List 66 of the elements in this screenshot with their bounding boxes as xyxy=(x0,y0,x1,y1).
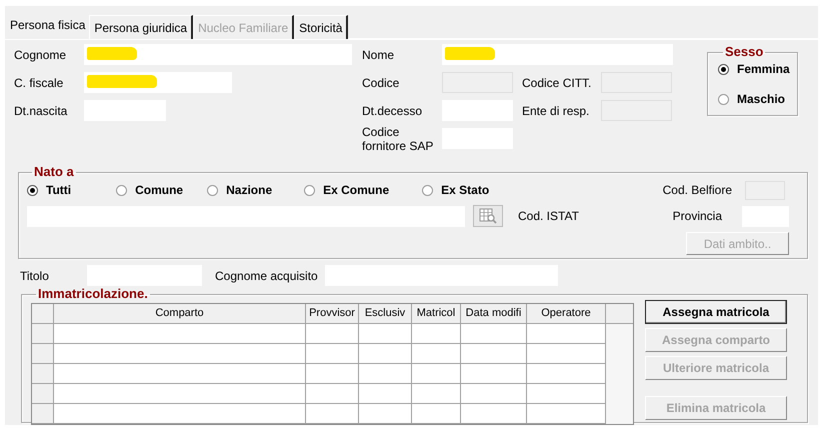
group-title: Nato a xyxy=(33,166,75,178)
table-cell xyxy=(412,324,461,344)
field-label: Dt.nascita xyxy=(14,104,68,118)
table-cell xyxy=(461,364,527,384)
table-cell xyxy=(412,364,461,384)
table-cell xyxy=(412,344,461,364)
field-label: Codice CITT. xyxy=(522,76,592,90)
highlight-mark xyxy=(87,75,157,88)
tab[interactable]: Storicità xyxy=(294,15,348,39)
field-label: Provincia xyxy=(672,209,722,223)
field-label: Titolo xyxy=(20,268,50,282)
field-label: Cod. Belfiore xyxy=(662,183,732,197)
table-cell xyxy=(461,344,527,364)
table-cell xyxy=(461,324,527,344)
column-header xyxy=(606,304,633,324)
row-header[interactable] xyxy=(32,324,54,344)
table-cell xyxy=(359,384,412,404)
row-header[interactable] xyxy=(32,384,54,404)
field-label: Cod. ISTAT xyxy=(518,209,579,223)
tab[interactable]: Persona giuridica xyxy=(89,15,194,39)
radio-button[interactable]: Tutti xyxy=(27,183,72,197)
input-field[interactable] xyxy=(84,44,352,65)
column-header[interactable]: Provvisor xyxy=(306,304,359,324)
radio-button[interactable]: Nazione xyxy=(207,183,272,197)
field-label: Nome xyxy=(362,48,396,62)
action-button[interactable]: Assegna matricola xyxy=(645,300,787,324)
row-header[interactable] xyxy=(32,364,54,384)
row-header[interactable] xyxy=(32,344,54,364)
column-header[interactable]: Data modifi xyxy=(461,304,527,324)
radio-button[interactable]: Ex Comune xyxy=(304,183,390,197)
table-cell xyxy=(359,364,412,384)
field-label: Ente di resp. xyxy=(522,104,590,118)
radio-button[interactable]: Maschio xyxy=(718,92,797,106)
table-cell xyxy=(412,384,461,404)
table-cell xyxy=(461,404,527,424)
field-label: Dt.decesso xyxy=(362,104,424,118)
column-header[interactable]: Matricol xyxy=(412,304,461,324)
column-header[interactable]: Comparto xyxy=(54,304,306,324)
field-label: Cognome xyxy=(14,48,68,62)
table-cell xyxy=(461,384,527,404)
table-cell xyxy=(359,344,412,364)
column-header[interactable]: Esclusiv xyxy=(359,304,412,324)
table-cell xyxy=(412,404,461,424)
radio-button[interactable]: Comune xyxy=(116,183,184,197)
field-label: Codice fornitore SAP xyxy=(362,124,434,152)
table-cell xyxy=(306,324,359,344)
field-label: C. fiscale xyxy=(14,76,64,90)
input-field[interactable] xyxy=(442,44,673,65)
table-cell xyxy=(359,404,412,424)
group-title: Immatricolazione. xyxy=(37,288,149,300)
group-title: Sesso xyxy=(724,46,764,58)
input-field[interactable] xyxy=(84,72,232,93)
field-label: Codice xyxy=(362,76,400,90)
table-cell xyxy=(306,344,359,364)
radio-button[interactable]: Ex Stato xyxy=(422,183,490,197)
row-header[interactable] xyxy=(32,404,54,424)
column-header[interactable]: Operatore xyxy=(527,304,606,324)
field-label: Cognome acquisito xyxy=(215,268,319,282)
table-cell xyxy=(306,404,359,424)
table-cell xyxy=(306,364,359,384)
table-cell xyxy=(306,384,359,404)
highlight-mark xyxy=(445,47,495,60)
row-header xyxy=(32,304,54,324)
table-cell xyxy=(359,324,412,344)
radio-button[interactable]: Femmina xyxy=(718,62,797,76)
highlight-mark xyxy=(87,47,137,60)
